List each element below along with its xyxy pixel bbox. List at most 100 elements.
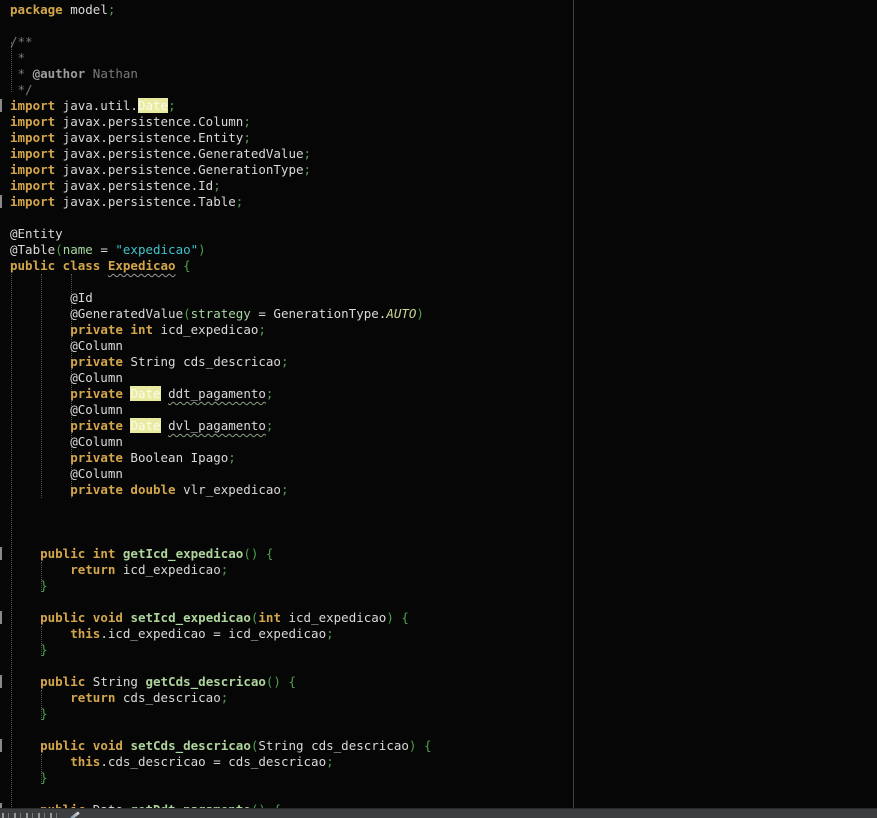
fold-mark[interactable] xyxy=(0,739,2,752)
fold-mark[interactable] xyxy=(0,195,2,208)
code-line[interactable]: this.cds_descricao = cds_descricao; xyxy=(10,754,432,770)
code-line[interactable]: /** xyxy=(10,34,432,50)
code-token: ; xyxy=(221,690,229,705)
code-line[interactable]: import javax.persistence.GeneratedValue; xyxy=(10,146,432,162)
code-line[interactable]: @GeneratedValue(strategy = GenerationTyp… xyxy=(10,306,432,322)
code-token: ; xyxy=(213,178,221,193)
code-token xyxy=(10,354,70,369)
code-line[interactable]: public int getIcd_expedicao() { xyxy=(10,546,432,562)
code-line[interactable]: return cds_descricao; xyxy=(10,690,432,706)
code-line[interactable]: } xyxy=(10,642,432,658)
code-token xyxy=(10,578,40,593)
code-line[interactable]: private Date dvl_pagamento; xyxy=(10,418,432,434)
code-line[interactable]: public String getCds_descricao() { xyxy=(10,674,432,690)
fold-mark[interactable] xyxy=(0,675,2,688)
code-token: public int xyxy=(40,546,115,561)
code-line[interactable]: @Column xyxy=(10,434,432,450)
code-line[interactable] xyxy=(10,210,432,226)
code-token xyxy=(10,450,70,465)
code-token: @Column xyxy=(10,434,123,449)
code-token: "expedicao" xyxy=(115,242,198,257)
code-token: setIcd_expedicao xyxy=(130,610,250,625)
statusbar-clipped-text xyxy=(2,813,60,818)
code-line[interactable] xyxy=(10,274,432,290)
code-line[interactable]: * @author Nathan xyxy=(10,66,432,82)
code-token: ; xyxy=(266,418,274,433)
code-line[interactable]: import javax.persistence.Entity; xyxy=(10,130,432,146)
code-line[interactable]: public void setCds_descricao(String cds_… xyxy=(10,738,432,754)
code-token: ( xyxy=(55,242,63,257)
code-line[interactable]: } xyxy=(10,578,432,594)
code-token: java.util. xyxy=(55,98,138,113)
code-line[interactable] xyxy=(10,530,432,546)
code-token: * xyxy=(10,50,25,65)
code-line[interactable]: public class Expedicao { xyxy=(10,258,432,274)
code-token: int xyxy=(258,610,281,625)
pencil-icon xyxy=(70,811,80,818)
code-line[interactable]: private Date ddt_pagamento; xyxy=(10,386,432,402)
code-line[interactable]: this.icd_expedicao = icd_expedicao; xyxy=(10,626,432,642)
code-line[interactable]: */ xyxy=(10,82,432,98)
code-line[interactable] xyxy=(10,18,432,34)
code-token xyxy=(10,322,70,337)
code-line[interactable] xyxy=(10,786,432,802)
fold-mark[interactable] xyxy=(0,611,2,624)
code-line[interactable]: private int icd_expedicao; xyxy=(10,322,432,338)
code-line[interactable]: @Column xyxy=(10,370,432,386)
code-token xyxy=(10,562,70,577)
code-token: name xyxy=(63,242,93,257)
code-line[interactable]: public void setIcd_expedicao(int icd_exp… xyxy=(10,610,432,626)
code-token: private double xyxy=(70,482,175,497)
code-line[interactable] xyxy=(10,658,432,674)
code-line[interactable]: @Entity xyxy=(10,226,432,242)
code-token: Date xyxy=(130,386,160,401)
code-token: Date xyxy=(130,418,160,433)
code-line[interactable]: private Boolean Ipago; xyxy=(10,450,432,466)
code-token: this xyxy=(70,754,100,769)
code-line[interactable]: package model; xyxy=(10,2,432,18)
code-token: ; xyxy=(243,114,251,129)
code-line[interactable]: } xyxy=(10,770,432,786)
code-line[interactable]: import java.util.Date; xyxy=(10,98,432,114)
code-token xyxy=(281,674,289,689)
code-token: ; xyxy=(304,146,312,161)
code-token xyxy=(100,258,108,273)
code-line[interactable]: * xyxy=(10,50,432,66)
code-line[interactable]: import javax.persistence.Id; xyxy=(10,178,432,194)
code-line[interactable] xyxy=(10,498,432,514)
statusbar xyxy=(0,808,877,818)
code-line[interactable]: private String cds_descricao; xyxy=(10,354,432,370)
code-line[interactable] xyxy=(10,514,432,530)
code-token: { xyxy=(266,546,274,561)
code-token: ) xyxy=(386,610,394,625)
code-token xyxy=(10,482,70,497)
code-token: private xyxy=(70,386,123,401)
code-token: .icd_expedicao = icd_expedicao xyxy=(100,626,326,641)
code-line[interactable] xyxy=(10,722,432,738)
code-token: ; xyxy=(281,354,289,369)
code-token: } xyxy=(40,706,48,721)
fold-mark[interactable] xyxy=(0,547,2,560)
code-line[interactable]: import javax.persistence.GenerationType; xyxy=(10,162,432,178)
code-token xyxy=(161,386,169,401)
code-line[interactable]: } xyxy=(10,706,432,722)
code-token: @Column xyxy=(10,402,123,417)
code-line[interactable] xyxy=(10,594,432,610)
code-line[interactable]: @Column xyxy=(10,466,432,482)
code-token: icd_expedicao xyxy=(115,562,220,577)
code-line[interactable]: return icd_expedicao; xyxy=(10,562,432,578)
code-token xyxy=(258,546,266,561)
code-line[interactable]: private double vlr_expedicao; xyxy=(10,482,432,498)
code-area[interactable]: package model; /** * * @author Nathan */… xyxy=(10,2,432,818)
code-token xyxy=(10,610,40,625)
code-line[interactable]: import javax.persistence.Table; xyxy=(10,194,432,210)
code-line[interactable]: @Id xyxy=(10,290,432,306)
code-line[interactable]: @Column xyxy=(10,402,432,418)
code-token: import xyxy=(10,146,55,161)
code-line[interactable]: @Column xyxy=(10,338,432,354)
code-line[interactable]: import javax.persistence.Column; xyxy=(10,114,432,130)
code-token xyxy=(416,738,424,753)
code-line[interactable]: @Table(name = "expedicao") xyxy=(10,242,432,258)
editor-window: package model; /** * * @author Nathan */… xyxy=(0,0,877,818)
fold-mark[interactable] xyxy=(0,99,2,112)
